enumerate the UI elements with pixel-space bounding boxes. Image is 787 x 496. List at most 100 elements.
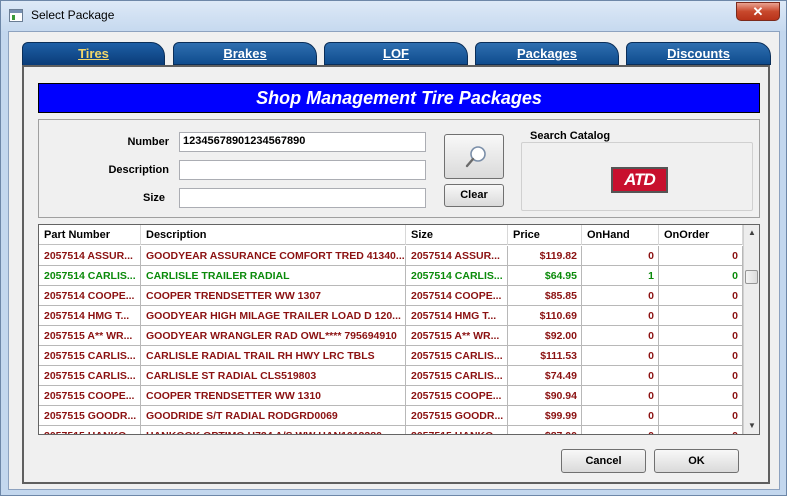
cell-part-number: 2057514 ASSUR...: [39, 246, 141, 265]
dialog-client-area: Tires Brakes LOF Packages Discounts Shop…: [8, 31, 780, 490]
cell-onorder: 0: [659, 286, 743, 305]
cell-size: 2057515 CARLIS...: [406, 346, 508, 365]
search-button[interactable]: [444, 134, 504, 179]
window-title: Select Package: [31, 8, 115, 22]
cell-price: $111.53: [508, 346, 582, 365]
cell-price: $99.99: [508, 406, 582, 425]
table-row[interactable]: 2057515 CARLIS... CARLISLE ST RADIAL CLS5…: [39, 366, 743, 386]
cell-part-number: 2057515 GOODR...: [39, 406, 141, 425]
column-header-size[interactable]: Size: [406, 225, 508, 245]
number-field[interactable]: 12345678901234567890: [179, 132, 426, 152]
table-row[interactable]: 2057515 A** WR... GOODYEAR WRANGLER RAD O…: [39, 326, 743, 346]
grid-header: Part Number Description Size Price OnHan…: [39, 225, 743, 245]
column-header-onhand[interactable]: OnHand: [582, 225, 659, 245]
cell-part-number: 2057515 CARLIS...: [39, 346, 141, 365]
tab-brakes[interactable]: Brakes: [173, 42, 317, 65]
cell-onhand: 0: [582, 306, 659, 325]
cell-price: $85.85: [508, 286, 582, 305]
table-row[interactable]: 2057514 ASSUR... GOODYEAR ASSURANCE COMFO…: [39, 246, 743, 266]
cell-size: 2057515 COOPE...: [406, 386, 508, 405]
table-row[interactable]: 2057515 CARLIS... CARLISLE RADIAL TRAIL R…: [39, 346, 743, 366]
cell-size: 2057514 CARLIS...: [406, 266, 508, 285]
cell-description: COOPER TRENDSETTER WW 1307: [141, 286, 406, 305]
search-catalog-label: Search Catalog: [530, 130, 611, 142]
cell-price: $64.95: [508, 266, 582, 285]
grid-rows: 2057514 ASSUR... GOODYEAR ASSURANCE COMFO…: [39, 246, 743, 434]
table-row[interactable]: 2057515 COOPE... COOPER TRENDSETTER WW 13…: [39, 386, 743, 406]
cell-description: COOPER TRENDSETTER WW 1310: [141, 386, 406, 405]
cell-size: 2057515 HANKO...: [406, 426, 508, 434]
tab-discounts[interactable]: Discounts: [626, 42, 771, 65]
grid-vertical-scrollbar[interactable]: ▲ ▼: [743, 225, 759, 434]
page-title: Shop Management Tire Packages: [38, 83, 760, 113]
tab-lof[interactable]: LOF: [324, 42, 468, 65]
number-label: Number: [127, 136, 169, 148]
atd-catalog-button[interactable]: ATD: [611, 167, 668, 193]
cell-size: 2057514 ASSUR...: [406, 246, 508, 265]
cell-description: CARLISLE RADIAL TRAIL RH HWY LRC TBLS: [141, 346, 406, 365]
cell-onorder: 0: [659, 306, 743, 325]
table-row[interactable]: 2057515 GOODR... GOODRIDE S/T RADIAL RODG…: [39, 406, 743, 426]
description-label: Description: [108, 164, 169, 176]
cell-part-number: 2057515 COOPE...: [39, 386, 141, 405]
scroll-down-arrow-icon[interactable]: ▼: [744, 418, 759, 434]
column-header-description[interactable]: Description: [141, 225, 406, 245]
cell-onorder: 0: [659, 246, 743, 265]
cell-part-number: 2057515 CARLIS...: [39, 366, 141, 385]
cell-price: $87.00: [508, 426, 582, 434]
cell-description: GOODYEAR HIGH MILAGE TRAILER LOAD D 120.…: [141, 306, 406, 325]
column-header-price[interactable]: Price: [508, 225, 582, 245]
cell-onhand: 0: [582, 286, 659, 305]
title-bar[interactable]: Select Package ✕: [1, 1, 786, 31]
cell-onorder: 0: [659, 346, 743, 365]
description-field[interactable]: [179, 160, 426, 180]
search-catalog-group: ATD: [521, 142, 753, 211]
cell-onorder: 0: [659, 266, 743, 285]
cell-price: $92.00: [508, 326, 582, 345]
cell-size: 2057515 A** WR...: [406, 326, 508, 345]
tab-tires[interactable]: Tires: [22, 42, 165, 66]
cell-size: 2057514 HMG T...: [406, 306, 508, 325]
tab-strip: Tires Brakes LOF Packages Discounts: [22, 42, 772, 66]
close-button[interactable]: ✕: [736, 2, 780, 21]
cell-onorder: 0: [659, 386, 743, 405]
cell-onhand: 0: [582, 406, 659, 425]
size-label: Size: [142, 192, 165, 204]
cell-description: CARLISLE ST RADIAL CLS519803: [141, 366, 406, 385]
ok-button[interactable]: OK: [654, 449, 739, 473]
cell-description: GOODRIDE S/T RADIAL RODGRD0069: [141, 406, 406, 425]
cell-size: 2057514 COOPE...: [406, 286, 508, 305]
cell-onhand: 0: [582, 326, 659, 345]
cell-price: $110.69: [508, 306, 582, 325]
cell-part-number: 2057514 CARLIS...: [39, 266, 141, 285]
cancel-button[interactable]: Cancel: [561, 449, 646, 473]
cell-part-number: 2057515 HANKO...: [39, 426, 141, 434]
cell-price: $90.94: [508, 386, 582, 405]
cell-onhand: 1: [582, 266, 659, 285]
cell-onhand: 0: [582, 346, 659, 365]
column-header-part-number[interactable]: Part Number: [39, 225, 141, 245]
cell-onorder: 0: [659, 366, 743, 385]
table-row[interactable]: 2057514 CARLIS... CARLISLE TRAILER RADIAL…: [39, 266, 743, 286]
cell-size: 2057515 GOODR...: [406, 406, 508, 425]
tab-packages[interactable]: Packages: [475, 42, 619, 65]
cell-part-number: 2057514 COOPE...: [39, 286, 141, 305]
cell-onhand: 0: [582, 366, 659, 385]
column-header-onorder[interactable]: OnOrder: [659, 225, 743, 245]
cell-onorder: 0: [659, 406, 743, 425]
table-row[interactable]: 2057515 HANKO...HANKOOK OPTIMO H724 A/S …: [39, 426, 743, 434]
cell-size: 2057515 CARLIS...: [406, 366, 508, 385]
cell-part-number: 2057515 A** WR...: [39, 326, 141, 345]
cell-onhand: 0: [582, 386, 659, 405]
size-field[interactable]: [179, 188, 426, 208]
select-package-window: Select Package ✕ Tires Brakes LOF Packag…: [0, 0, 787, 496]
table-row[interactable]: 2057514 COOPE... COOPER TRENDSETTER WW 13…: [39, 286, 743, 306]
cell-onhand: 0: [582, 426, 659, 434]
table-row[interactable]: 2057514 HMG T... GOODYEAR HIGH MILAGE TRA…: [39, 306, 743, 326]
cell-description: CARLISLE TRAILER RADIAL: [141, 266, 406, 285]
clear-button[interactable]: Clear: [444, 184, 504, 207]
scroll-thumb[interactable]: [745, 270, 758, 284]
tire-packages-grid: Part Number Description Size Price OnHan…: [38, 224, 760, 435]
magnifier-icon: [465, 146, 486, 168]
scroll-up-arrow-icon[interactable]: ▲: [744, 225, 759, 241]
